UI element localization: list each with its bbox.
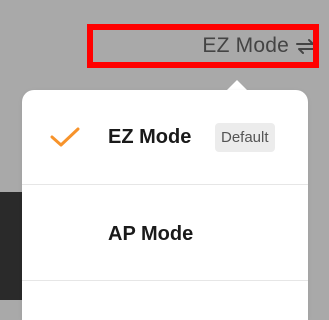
- menu-divider: [22, 280, 308, 281]
- mode-menu-popover: EZ Mode Default AP Mode: [22, 90, 308, 320]
- menu-divider: [22, 184, 308, 185]
- default-badge: Default: [215, 123, 275, 152]
- check-icon: [50, 126, 80, 153]
- menu-item-label: AP Mode: [108, 223, 194, 245]
- menu-item-ap-mode[interactable]: AP Mode: [22, 186, 308, 279]
- menu-item-ez-mode[interactable]: EZ Mode Default: [22, 90, 308, 183]
- menu-item-label: EZ Mode: [108, 126, 192, 148]
- background-dark-panel: [0, 192, 22, 300]
- highlight-box: [87, 24, 319, 68]
